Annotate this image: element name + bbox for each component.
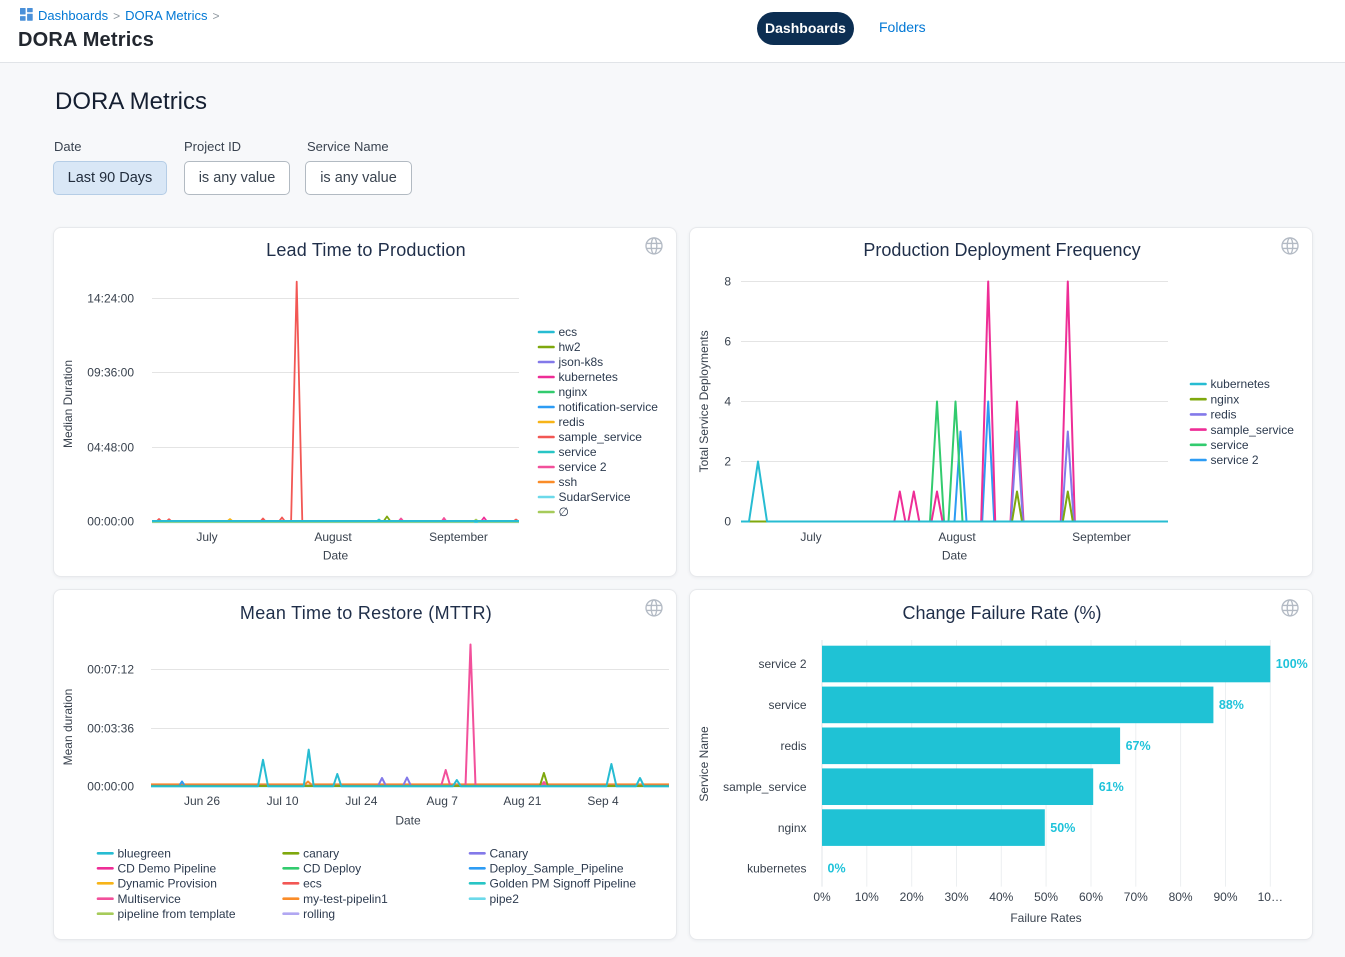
svg-text:SudarService: SudarService — [559, 490, 631, 504]
svg-text:Sep 4: Sep 4 — [587, 794, 619, 808]
svg-text:Lead Time to Production: Lead Time to Production — [266, 240, 466, 260]
svg-text:kubernetes: kubernetes — [747, 862, 806, 876]
svg-text:50%: 50% — [1050, 821, 1075, 835]
svg-text:0%: 0% — [813, 890, 831, 904]
svg-text:sample_service: sample_service — [559, 430, 643, 444]
svg-text:nginx: nginx — [1211, 392, 1240, 406]
svg-text:September: September — [1072, 530, 1131, 544]
svg-text:canary: canary — [303, 847, 339, 861]
svg-text:00:00:00: 00:00:00 — [87, 515, 134, 529]
svg-text:Mean Time to Restore (MTTR): Mean Time to Restore (MTTR) — [240, 603, 492, 623]
svg-text:00:07:12: 00:07:12 — [87, 663, 134, 677]
svg-text:Service Name: Service Name — [697, 726, 711, 802]
svg-text:10%: 10% — [855, 890, 879, 904]
svg-text:ecs: ecs — [303, 877, 322, 891]
svg-text:00:03:36: 00:03:36 — [87, 722, 134, 736]
svg-text:redis: redis — [559, 415, 585, 429]
svg-text:09:36:00: 09:36:00 — [87, 366, 134, 380]
svg-text:04:48:00: 04:48:00 — [87, 441, 134, 455]
svg-text:88%: 88% — [1219, 698, 1244, 712]
svg-text:4: 4 — [724, 395, 731, 409]
svg-text:Date: Date — [323, 549, 349, 563]
svg-text:service 2: service 2 — [1211, 453, 1259, 467]
svg-text:kubernetes: kubernetes — [559, 370, 618, 384]
svg-text:redis: redis — [780, 739, 806, 753]
svg-text:Deploy_Sample_Pipeline: Deploy_Sample_Pipeline — [490, 862, 624, 876]
svg-text:August: August — [938, 530, 976, 544]
svg-text:service: service — [768, 698, 806, 712]
svg-text:Date: Date — [942, 549, 968, 563]
svg-text:nginx: nginx — [778, 821, 807, 835]
svg-text:Aug 21: Aug 21 — [503, 794, 541, 808]
svg-text:json-k8s: json-k8s — [558, 355, 604, 369]
svg-text:Median Duration: Median Duration — [61, 360, 75, 448]
svg-text:20%: 20% — [900, 890, 924, 904]
svg-text:July: July — [800, 530, 821, 544]
svg-text:Jul 10: Jul 10 — [267, 794, 299, 808]
svg-text:00:00:00: 00:00:00 — [87, 780, 134, 794]
svg-text:Mean duration: Mean duration — [61, 689, 75, 766]
svg-text:Date: Date — [395, 814, 421, 828]
svg-text:hw2: hw2 — [559, 340, 581, 354]
svg-text:CD Demo Pipeline: CD Demo Pipeline — [118, 862, 217, 876]
svg-text:pipeline from template: pipeline from template — [118, 907, 236, 921]
svg-text:ssh: ssh — [559, 475, 578, 489]
svg-text:90%: 90% — [1213, 890, 1237, 904]
svg-text:8: 8 — [724, 275, 731, 289]
svg-text:service: service — [1211, 438, 1249, 452]
svg-text:notification-service: notification-service — [559, 400, 659, 414]
svg-text:Jun 26: Jun 26 — [184, 794, 220, 808]
svg-text:10…: 10… — [1258, 890, 1283, 904]
svg-text:redis: redis — [1211, 408, 1237, 422]
svg-text:service: service — [559, 445, 597, 459]
svg-text:August: August — [314, 530, 352, 544]
svg-text:Jul 24: Jul 24 — [345, 794, 377, 808]
svg-text:Aug 7: Aug 7 — [427, 794, 459, 808]
svg-text:70%: 70% — [1124, 890, 1148, 904]
svg-text:kubernetes: kubernetes — [1211, 377, 1270, 391]
svg-text:50%: 50% — [1034, 890, 1058, 904]
svg-text:Total Service Deployments: Total Service Deployments — [697, 330, 711, 472]
svg-text:Dynamic Provision: Dynamic Provision — [118, 877, 217, 891]
svg-text:Production Deployment Frequenc: Production Deployment Frequency — [863, 240, 1140, 260]
svg-text:61%: 61% — [1099, 780, 1124, 794]
svg-text:100%: 100% — [1276, 657, 1308, 671]
svg-text:14:24:00: 14:24:00 — [87, 292, 134, 306]
svg-text:∅: ∅ — [559, 505, 569, 519]
svg-text:0%: 0% — [828, 862, 846, 876]
svg-text:sample_service: sample_service — [1211, 423, 1295, 437]
svg-text:2: 2 — [724, 455, 731, 469]
svg-text:67%: 67% — [1126, 739, 1151, 753]
svg-text:July: July — [196, 530, 217, 544]
svg-text:service 2: service 2 — [559, 460, 607, 474]
svg-text:Failure Rates: Failure Rates — [1010, 911, 1081, 925]
svg-text:0: 0 — [724, 515, 731, 529]
svg-text:sample_service: sample_service — [723, 780, 807, 794]
svg-text:September: September — [429, 530, 488, 544]
svg-text:Canary: Canary — [490, 847, 529, 861]
svg-text:CD Deploy: CD Deploy — [303, 862, 361, 876]
svg-text:80%: 80% — [1169, 890, 1193, 904]
svg-text:6: 6 — [724, 335, 731, 349]
svg-text:rolling: rolling — [303, 907, 335, 921]
svg-text:Multiservice: Multiservice — [118, 892, 182, 906]
svg-text:service 2: service 2 — [758, 657, 806, 671]
svg-text:my-test-pipelin1: my-test-pipelin1 — [303, 892, 388, 906]
svg-text:Golden PM Signoff Pipeline: Golden PM Signoff Pipeline — [490, 877, 637, 891]
svg-text:bluegreen: bluegreen — [118, 847, 171, 861]
svg-text:30%: 30% — [944, 890, 968, 904]
svg-text:ecs: ecs — [559, 325, 578, 339]
svg-text:pipe2: pipe2 — [490, 892, 520, 906]
svg-text:60%: 60% — [1079, 890, 1103, 904]
svg-text:Change Failure Rate (%): Change Failure Rate (%) — [902, 603, 1101, 623]
svg-text:40%: 40% — [989, 890, 1013, 904]
svg-text:nginx: nginx — [559, 385, 588, 399]
